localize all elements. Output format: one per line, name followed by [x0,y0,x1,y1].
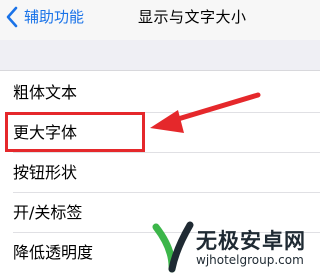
watermark: 无极安卓网 wjhotelgroup.com [150,215,320,279]
page-title: 显示与文字大小 [138,8,247,26]
chevron-left-icon [6,6,18,28]
watermark-title: 无极安卓网 [196,229,306,253]
settings-item-label: 开/关标签 [13,203,83,222]
settings-item-bold-text[interactable]: 粗体文本 [0,73,320,113]
watermark-url: wjhotelgroup.com [196,253,304,267]
back-button[interactable]: 辅助功能 [6,5,84,29]
section-spacer [0,40,320,70]
settings-item-button-shapes[interactable]: 按钮形状 [0,153,320,193]
highlight-box [5,112,145,152]
watermark-logo-icon [152,221,194,273]
settings-item-label: 粗体文本 [13,83,78,102]
settings-item-label: 按钮形状 [13,163,78,182]
navigation-bar: 辅助功能 显示与文字大小 [0,0,320,40]
settings-item-label: 降低透明度 [13,243,94,262]
back-label: 辅助功能 [24,8,85,26]
